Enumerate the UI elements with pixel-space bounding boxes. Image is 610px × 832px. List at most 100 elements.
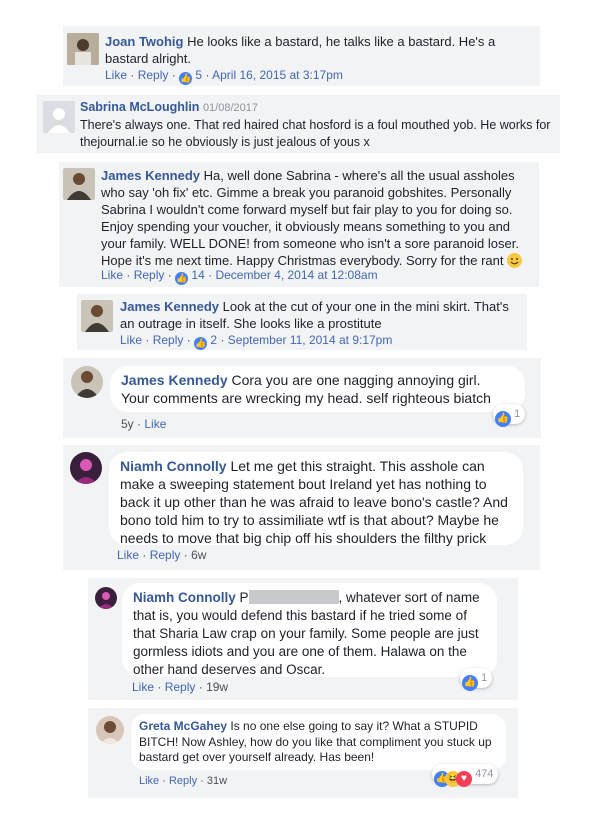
- separator: ·: [162, 775, 166, 787]
- comment-body: Niamh Connolly P, whatever sort of name …: [133, 589, 489, 679]
- comment-panel: James Kennedy Look at the cut of your on…: [77, 294, 527, 350]
- reply-link[interactable]: Reply: [134, 268, 165, 282]
- separator: ·: [220, 333, 225, 347]
- reaction-count: 1: [481, 672, 488, 684]
- comment-panel: James Kennedy Ha, well done Sabrina - wh…: [59, 162, 539, 287]
- reaction-count[interactable]: 2: [210, 333, 217, 347]
- comment-body: Niamh Connolly Let me get this straight.…: [120, 457, 516, 547]
- comment-actions: Like · Reply · 👍 14 · December 4, 2014 a…: [101, 268, 378, 285]
- comment-bubble: Greta McGahey Is no one else going to sa…: [131, 714, 506, 770]
- reply-link[interactable]: Reply: [165, 680, 196, 694]
- separator: ·: [171, 68, 176, 82]
- avatar[interactable]: [71, 366, 103, 398]
- comment-body: James Kennedy Cora you are one nagging a…: [121, 371, 511, 407]
- comment-body: James Kennedy Ha, well done Sabrina - wh…: [101, 167, 531, 269]
- like-link[interactable]: Like: [144, 417, 166, 431]
- reaction-count: 1: [514, 408, 521, 420]
- separator: ·: [142, 548, 147, 562]
- comment-panel: Joan Twohig He looks like a bastard, he …: [63, 26, 540, 86]
- separator: ·: [183, 548, 188, 562]
- comment-author[interactable]: Sabrina McLoughlin: [80, 100, 199, 114]
- thumbs-up-icon: 👍: [175, 272, 189, 285]
- reaction-summary[interactable]: 👍 1: [460, 668, 493, 691]
- like-link[interactable]: Like: [132, 680, 154, 694]
- avatar[interactable]: [81, 300, 113, 332]
- thumbs-up-icon: 👍: [495, 411, 511, 427]
- separator: ·: [157, 680, 162, 694]
- reply-link[interactable]: Reply: [153, 333, 184, 347]
- comment-author[interactable]: Niamh Connolly: [120, 458, 227, 474]
- comment-author[interactable]: James Kennedy: [101, 168, 200, 183]
- comment-date[interactable]: September 11, 2014 at 9:17pm: [228, 333, 393, 347]
- thumbs-up-icon: 👍: [194, 337, 208, 350]
- comment-author[interactable]: James Kennedy: [120, 299, 219, 314]
- comment-age[interactable]: 19w: [206, 680, 228, 694]
- avatar[interactable]: [96, 716, 124, 744]
- reaction-count[interactable]: 14: [191, 268, 204, 282]
- separator: ·: [137, 417, 142, 431]
- comment-actions: Like · Reply · 31w: [139, 775, 227, 787]
- separator: ·: [198, 680, 203, 694]
- comment-panel: Sabrina McLoughlin 01/08/2017 There's al…: [37, 95, 560, 153]
- like-link[interactable]: Like: [105, 68, 127, 82]
- comment-age[interactable]: 6w: [191, 548, 206, 562]
- reaction-summary[interactable]: 👍😆 ♥ 474: [432, 764, 499, 787]
- comment-age[interactable]: 31w: [207, 775, 227, 787]
- separator: ·: [126, 268, 131, 282]
- smiley-icon: [507, 253, 523, 268]
- comment-author[interactable]: Greta McGahey: [139, 719, 227, 733]
- comment-author[interactable]: James Kennedy: [121, 372, 228, 388]
- separator: ·: [200, 775, 204, 787]
- comment-body: Greta McGahey Is no one else going to sa…: [139, 719, 499, 766]
- reaction-count[interactable]: 5: [195, 68, 202, 82]
- comment-panel: Niamh Connolly Let me get this straight.…: [63, 445, 540, 570]
- comment-age[interactable]: 5y: [121, 417, 134, 431]
- comment-date: 01/08/2017: [202, 102, 258, 114]
- avatar[interactable]: [95, 587, 117, 609]
- separator: ·: [130, 68, 135, 82]
- thumbs-up-icon: 👍: [179, 72, 193, 85]
- comment-date[interactable]: April 16, 2015 at 3:17pm: [212, 68, 343, 82]
- comment-panel: Greta McGahey Is no one else going to sa…: [88, 708, 518, 798]
- like-link[interactable]: Like: [120, 333, 142, 347]
- separator: ·: [208, 268, 213, 282]
- avatar[interactable]: [70, 452, 102, 484]
- comment-actions: Like · Reply · 👍 2 · September 11, 2014 …: [120, 333, 392, 350]
- avatar[interactable]: [67, 33, 99, 65]
- reply-link[interactable]: Reply: [150, 548, 181, 562]
- comment-body: James Kennedy Look at the cut of your on…: [120, 298, 520, 332]
- reaction-summary[interactable]: 👍 1: [493, 404, 526, 427]
- separator: ·: [186, 333, 191, 347]
- thumbs-up-icon: 👍: [462, 675, 478, 691]
- comment-bubble: Niamh Connolly P, whatever sort of name …: [122, 583, 497, 677]
- comment-author[interactable]: Niamh Connolly: [133, 590, 236, 605]
- like-link[interactable]: Like: [139, 775, 159, 787]
- comment-body: Joan Twohig He looks like a bastard, he …: [105, 33, 525, 67]
- separator: ·: [145, 333, 150, 347]
- comment-date[interactable]: December 4, 2014 at 12:08am: [215, 268, 377, 282]
- comment-text-start: P: [239, 590, 249, 605]
- like-link[interactable]: Like: [101, 268, 123, 282]
- avatar-placeholder[interactable]: [43, 101, 75, 133]
- like-link[interactable]: Like: [117, 548, 139, 562]
- avatar[interactable]: [63, 168, 95, 200]
- comment-bubble: James Kennedy Cora you are one nagging a…: [110, 366, 525, 412]
- comment-actions: Like · Reply · 6w: [117, 548, 206, 562]
- comment-author[interactable]: Joan Twohig: [105, 34, 183, 49]
- comment-bubble: Niamh Connolly Let me get this straight.…: [109, 452, 523, 547]
- reply-link[interactable]: Reply: [169, 775, 197, 787]
- comment-body: Sabrina McLoughlin 01/08/2017 There's al…: [80, 99, 555, 151]
- separator: ·: [167, 268, 172, 282]
- redacted-name: [248, 590, 339, 604]
- comment-actions: Like · Reply · 19w: [132, 680, 228, 694]
- comment-text: There's always one. That red haired chat…: [80, 118, 551, 149]
- love-icon: ♥: [456, 771, 472, 787]
- comment-actions: Like · Reply · 👍 5 · April 16, 2015 at 3…: [105, 68, 343, 85]
- comment-panel: Niamh Connolly P, whatever sort of name …: [88, 578, 518, 700]
- reply-link[interactable]: Reply: [138, 68, 169, 82]
- comment-text: Ha, well done Sabrina - where's all the …: [101, 168, 519, 268]
- comment-panel: James Kennedy Cora you are one nagging a…: [63, 358, 541, 438]
- comment-actions: 5y · Like: [121, 417, 166, 431]
- reaction-count: 474: [475, 768, 494, 780]
- separator: ·: [205, 68, 210, 82]
